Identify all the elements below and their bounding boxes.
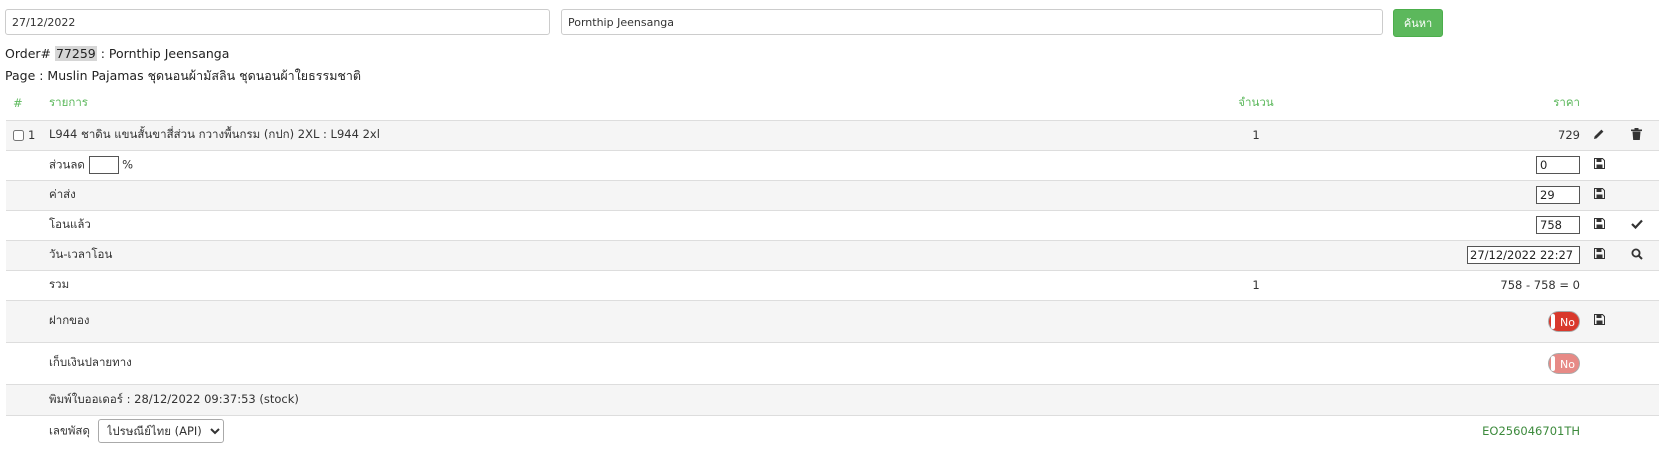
deposit-label: ฝากของ bbox=[49, 299, 1206, 342]
deposit-row: ฝากของ No bbox=[6, 299, 1659, 342]
transfer-time-row: วัน-เวลาโอน bbox=[6, 239, 1659, 270]
printed-row: พิมพ์ใบออเดอร์ : 28/12/2022 09:37:53 (st… bbox=[6, 383, 1659, 415]
order-customer: : Pornthip Jeensanga bbox=[100, 46, 230, 61]
total-label: รวม bbox=[49, 269, 1206, 300]
order-number: 77259 bbox=[54, 46, 97, 61]
item-price: 729 bbox=[1306, 119, 1584, 150]
header-item: รายการ bbox=[49, 95, 88, 110]
item-index: 1 bbox=[28, 128, 36, 142]
discount-percent-input[interactable] bbox=[88, 155, 119, 174]
save-icon[interactable] bbox=[1593, 218, 1605, 232]
discount-unit: % bbox=[122, 157, 134, 172]
transferred-input[interactable] bbox=[1536, 216, 1580, 234]
total-formula: 758 - 758 = 0 bbox=[1306, 269, 1584, 300]
total-qty: 1 bbox=[1206, 269, 1306, 300]
pencil-icon[interactable] bbox=[1593, 128, 1605, 143]
customer-name-input[interactable] bbox=[561, 9, 1383, 35]
header-num: # bbox=[13, 96, 23, 111]
printed-text: พิมพ์ใบออเดอร์ : 28/12/2022 09:37:53 (st… bbox=[49, 383, 1206, 415]
item-checkbox[interactable] bbox=[13, 130, 24, 141]
search-icon[interactable] bbox=[1631, 248, 1643, 263]
cod-label: เก็บเงินปลายทาง bbox=[49, 341, 1206, 384]
tracking-number: EO256046701TH bbox=[1306, 414, 1584, 446]
table-header: # รายการ จำนวน ราคา bbox=[6, 87, 1659, 120]
item-row: 1 L944 ชาดิน แขนสั้นขาสี่ส่วน กวางพื้นกร… bbox=[6, 119, 1659, 150]
shipping-label: ค่าส่ง bbox=[49, 179, 1206, 210]
check-icon[interactable] bbox=[1630, 218, 1643, 232]
save-icon[interactable] bbox=[1593, 248, 1605, 262]
save-icon[interactable] bbox=[1593, 314, 1605, 328]
header-price: ราคา bbox=[1553, 95, 1580, 110]
parcel-label: เลขพัสดุ bbox=[49, 423, 90, 438]
trash-icon[interactable] bbox=[1631, 127, 1642, 143]
total-row: รวม 1 758 - 758 = 0 bbox=[6, 269, 1659, 300]
page-line: Page : Muslin Pajamas ชุดนอนผ้ามัสลิน ชุ… bbox=[5, 68, 362, 83]
header-qty: จำนวน bbox=[1238, 95, 1274, 110]
carrier-select[interactable]: ไปรษณีย์ไทย (API) bbox=[97, 418, 224, 443]
discount-label: ส่วนลด bbox=[49, 157, 85, 172]
shipping-input[interactable] bbox=[1536, 186, 1580, 204]
deposit-toggle[interactable]: No bbox=[1548, 310, 1580, 332]
item-name: L944 ชาดิน แขนสั้นขาสี่ส่วน กวางพื้นกรม … bbox=[49, 119, 1206, 150]
parcel-row: เลขพัสดุ ไปรษณีย์ไทย (API) EO256046701TH bbox=[6, 414, 1659, 446]
transfer-time-label: วัน-เวลาโอน bbox=[49, 239, 1206, 270]
cod-row: เก็บเงินปลายทาง No bbox=[6, 341, 1659, 384]
date-input[interactable] bbox=[5, 9, 550, 35]
transfer-time-input[interactable] bbox=[1467, 246, 1580, 264]
order-title: Order# 77259 : Pornthip Jeensanga bbox=[5, 46, 229, 61]
transferred-label: โอนแล้ว bbox=[49, 209, 1206, 240]
date-label-cut bbox=[5, 0, 9, 2]
item-qty: 1 bbox=[1206, 119, 1306, 150]
save-icon[interactable] bbox=[1593, 188, 1605, 202]
discount-row: ส่วนลด % bbox=[6, 149, 1659, 180]
search-button[interactable]: ค้นหา bbox=[1393, 9, 1443, 37]
discount-amount-input[interactable] bbox=[1536, 156, 1580, 174]
order-table: # รายการ จำนวน ราคา 1 L944 ชาดิน แขนสั้น… bbox=[6, 87, 1659, 446]
transferred-row: โอนแล้ว bbox=[6, 209, 1659, 240]
order-label: Order# bbox=[5, 46, 51, 61]
shipping-row: ค่าส่ง bbox=[6, 179, 1659, 210]
cod-toggle[interactable]: No bbox=[1548, 352, 1580, 374]
save-icon[interactable] bbox=[1593, 158, 1605, 172]
